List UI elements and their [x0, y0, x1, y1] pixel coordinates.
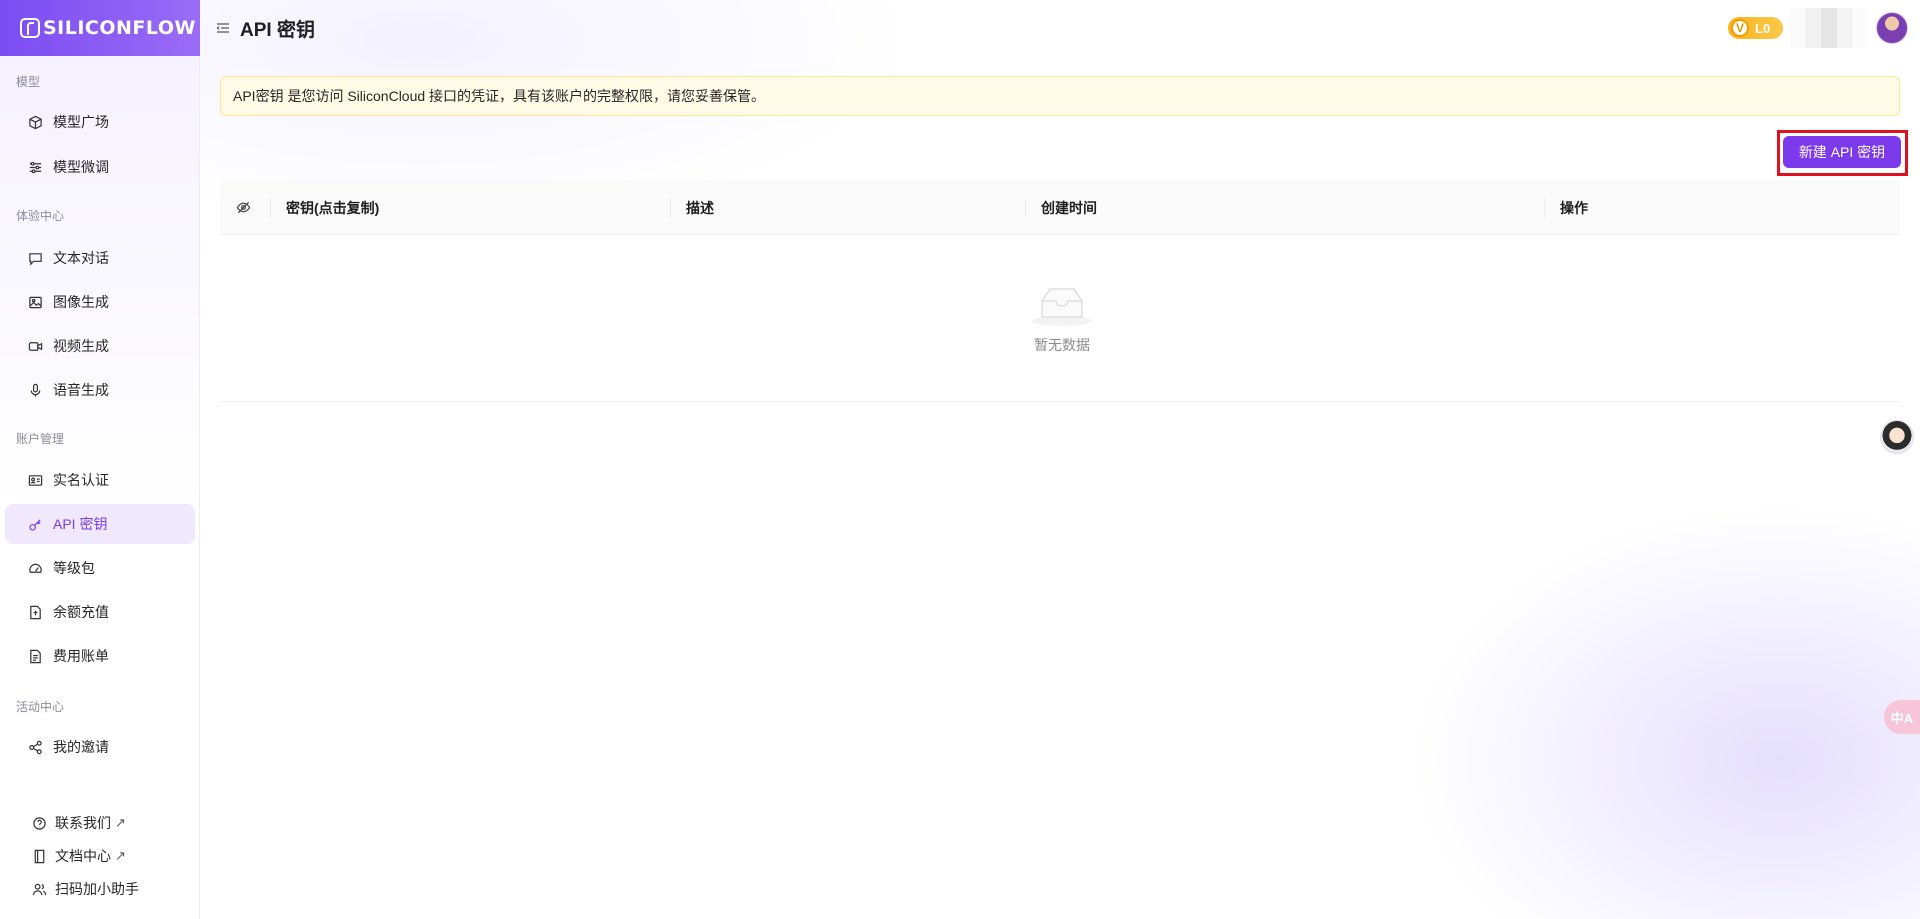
nav-section-playground: 体验中心 [16, 209, 65, 223]
share-icon [27, 739, 43, 755]
sidebar-item-label: 实名认证 [53, 472, 109, 488]
footer-link-docs-center[interactable]: 文档中心 ↗ [5, 842, 195, 870]
sidebar-item-label: 文本对话 [53, 250, 109, 266]
sidebar-item-image-gen[interactable]: 图像生成 [5, 282, 195, 322]
sidebar-item-label: 费用账单 [53, 648, 109, 664]
user-avatar[interactable] [1876, 12, 1908, 44]
footer-link-assistant-qr[interactable]: 扫码加小助手 [5, 875, 195, 903]
sidebar-item-real-name-auth[interactable]: 实名认证 [5, 460, 195, 500]
footer-link-label: 文档中心 [55, 848, 111, 864]
book-icon [31, 848, 47, 864]
nav-section-models: 模型 [16, 75, 41, 89]
column-separator [1544, 198, 1545, 218]
users-icon [31, 881, 47, 897]
vip-level-text: L0 [1755, 20, 1771, 36]
sidebar-item-label: 余额充值 [53, 604, 109, 620]
column-separator [270, 198, 271, 218]
create-api-key-button[interactable]: 新建 API 密钥 [1783, 136, 1901, 168]
sidebar: SILICONFLOW 模型 模型广场 模型微调 体验中心 文本对话 图像生成 … [0, 0, 200, 919]
api-keys-table: 密钥(点击复制) 描述 创建时间 操作 暂无数据 [220, 180, 1900, 402]
sidebar-item-text-chat[interactable]: 文本对话 [5, 238, 195, 278]
id-card-icon [27, 472, 43, 488]
external-link-icon: ↗ [115, 815, 126, 830]
sidebar-item-video-gen[interactable]: 视频生成 [5, 326, 195, 366]
key-icon [27, 516, 43, 532]
page-title: API 密钥 [240, 19, 315, 41]
sidebar-item-label: 模型广场 [53, 114, 109, 130]
menu-fold-icon[interactable] [216, 21, 230, 35]
recharge-icon [27, 604, 43, 620]
user-name-blurred [1790, 8, 1868, 48]
column-separator [670, 198, 671, 218]
microphone-icon [27, 382, 43, 398]
toggle-visibility-icon[interactable] [236, 180, 251, 235]
help-circle-icon [31, 815, 47, 831]
column-separator [1025, 198, 1026, 218]
brand-logo[interactable]: SILICONFLOW [0, 0, 200, 56]
table-header: 密钥(点击复制) 描述 创建时间 操作 [220, 180, 1900, 235]
cube-icon [27, 114, 43, 130]
vip-icon: V [1731, 19, 1749, 37]
vip-level-badge[interactable]: V L0 [1728, 17, 1783, 39]
external-link-icon: ↗ [115, 848, 126, 863]
background-glow [0, 0, 1920, 919]
sidebar-item-label: 视频生成 [53, 338, 109, 354]
column-header-description: 描述 [686, 199, 714, 216]
siliconflow-logo-icon [20, 18, 40, 38]
empty-inbox-icon [1030, 283, 1094, 327]
chat-icon [27, 250, 43, 266]
sidebar-item-api-keys[interactable]: API 密钥 [5, 504, 195, 544]
sidebar-item-model-finetune[interactable]: 模型微调 [5, 147, 195, 187]
sidebar-item-level-package[interactable]: 等级包 [5, 548, 195, 588]
brand-name: SILICONFLOW [43, 17, 196, 39]
sidebar-item-label: 语音生成 [53, 382, 109, 398]
nav-section-events: 活动中心 [16, 700, 65, 714]
sidebar-item-label: 图像生成 [53, 294, 109, 310]
translate-floating-button[interactable]: 中A [1884, 700, 1920, 734]
sidebar-item-voice-gen[interactable]: 语音生成 [5, 370, 195, 410]
column-header-created-at: 创建时间 [1041, 199, 1097, 216]
image-icon [27, 294, 43, 310]
column-header-actions: 操作 [1560, 199, 1588, 216]
sidebar-item-model-square[interactable]: 模型广场 [5, 102, 195, 142]
sliders-icon [27, 159, 43, 175]
bill-icon [27, 648, 43, 664]
sidebar-item-label: 模型微调 [53, 159, 109, 175]
assistant-floating-avatar[interactable] [1880, 420, 1914, 454]
sidebar-item-label: 我的邀请 [53, 739, 109, 755]
column-header-key: 密钥(点击复制) [286, 199, 380, 216]
footer-link-label: 联系我们 [55, 815, 111, 831]
table-body-empty: 暂无数据 [220, 235, 1900, 402]
footer-link-label: 扫码加小助手 [55, 881, 139, 897]
video-icon [27, 338, 43, 354]
top-header: API 密钥 [200, 0, 1920, 56]
sidebar-item-my-invites[interactable]: 我的邀请 [5, 727, 195, 767]
api-key-notice: API密钥 是您访问 SiliconCloud 接口的凭证，具有该账户的完整权限… [220, 76, 1900, 116]
sidebar-item-label: 等级包 [53, 560, 95, 576]
empty-state-text: 暂无数据 [1034, 337, 1090, 353]
nav-section-account: 账户管理 [16, 432, 65, 446]
sidebar-item-balance-recharge[interactable]: 余额充值 [5, 592, 195, 632]
sidebar-item-billing[interactable]: 费用账单 [5, 636, 195, 676]
sidebar-item-label: API 密钥 [53, 516, 108, 532]
notice-text: API密钥 是您访问 SiliconCloud 接口的凭证，具有该账户的完整权限… [233, 88, 766, 104]
footer-link-contact-us[interactable]: 联系我们 ↗ [5, 809, 195, 837]
gauge-icon [27, 560, 43, 576]
